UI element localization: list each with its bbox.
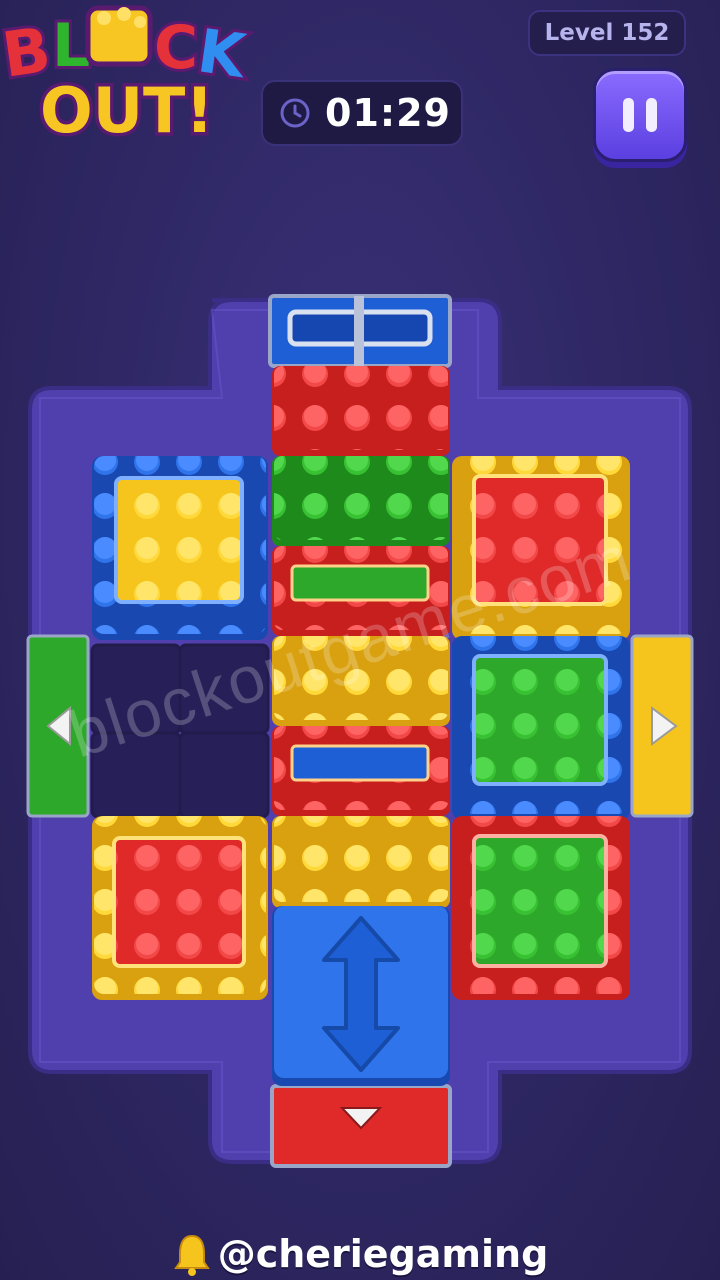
block-red-frame-green[interactable]	[452, 816, 630, 1000]
block-green-bar[interactable]	[272, 456, 450, 546]
block-yellow-frame-red-lower[interactable]	[92, 816, 268, 1000]
exit-top-blue	[268, 294, 452, 368]
bell-icon	[173, 1234, 210, 1276]
block-blue-frame-green[interactable]	[452, 636, 630, 820]
block-blue-vertical-mover[interactable]	[272, 906, 450, 1086]
block-red-frame-blue-bar[interactable]	[272, 726, 450, 816]
footer: @cheriegaming	[0, 1228, 720, 1280]
block-blue-frame-yellow[interactable]	[92, 456, 268, 640]
creator-handle: @cheriegaming	[217, 1232, 549, 1276]
block-yellow-bar-lower[interactable]	[272, 816, 450, 908]
exit-bottom-red	[270, 1084, 452, 1168]
exit-right-yellow	[630, 634, 694, 818]
block-red-bar-top[interactable]	[272, 366, 450, 456]
